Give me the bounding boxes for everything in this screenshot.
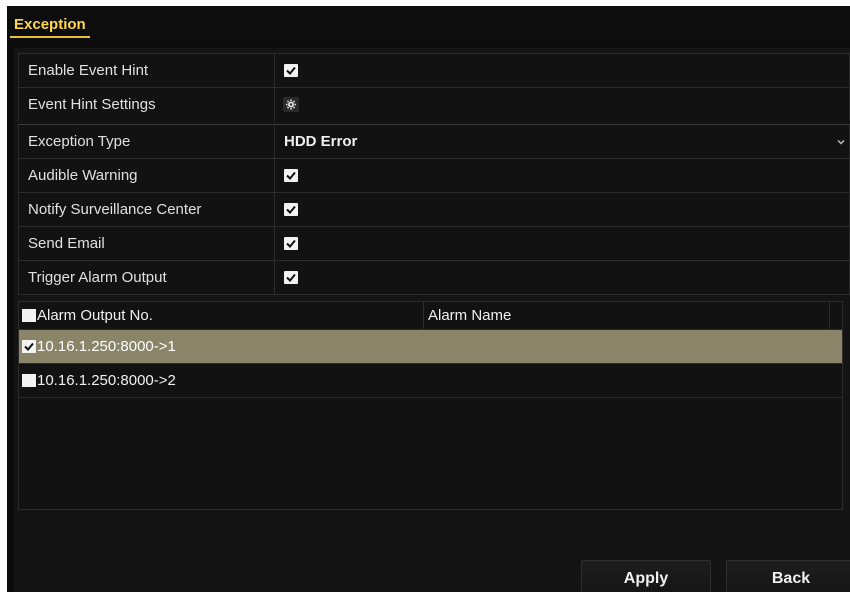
- row-notify-surveillance-center: Notify Surveillance Center: [18, 192, 850, 226]
- notify-surveillance-center-label: Notify Surveillance Center: [19, 193, 275, 226]
- tab-exception[interactable]: Exception: [10, 12, 90, 38]
- back-button[interactable]: Back: [726, 560, 850, 592]
- send-email-label: Send Email: [19, 227, 275, 260]
- checkmark-icon: [286, 171, 296, 180]
- checkmark-icon: [286, 66, 296, 75]
- audible-warning-label: Audible Warning: [19, 159, 275, 192]
- checkmark-icon: [24, 342, 34, 351]
- column-header-alarm-name: Alarm Name: [424, 302, 830, 329]
- event-hint-settings-label: Event Hint Settings: [19, 88, 275, 121]
- trigger-alarm-output-label: Trigger Alarm Output: [19, 261, 275, 294]
- checkmark-icon: [286, 273, 296, 282]
- enable-event-hint-label: Enable Event Hint: [19, 54, 275, 87]
- exception-screen: Exception Enable Event Hint Event Hint S…: [7, 6, 850, 592]
- tab-bar: Exception: [7, 6, 850, 42]
- chevron-down-icon: [837, 139, 845, 145]
- alarm-output-table: Alarm Output No. Alarm Name 10.16.1.250:…: [18, 301, 843, 510]
- table-row[interactable]: 10.16.1.250:8000->1: [19, 330, 842, 364]
- settings-list: Enable Event Hint Event Hint Settings Ex…: [18, 53, 850, 295]
- gear-icon[interactable]: [283, 97, 299, 112]
- row-send-email: Send Email: [18, 226, 850, 260]
- apply-button[interactable]: Apply: [581, 560, 711, 592]
- row-checkbox[interactable]: [22, 340, 36, 353]
- exception-type-label: Exception Type: [19, 125, 275, 158]
- select-all-checkbox[interactable]: [22, 309, 36, 322]
- enable-event-hint-checkbox[interactable]: [284, 64, 298, 77]
- row-exception-type: Exception Type HDD Error: [18, 124, 850, 158]
- table-header: Alarm Output No. Alarm Name: [19, 302, 842, 330]
- row-event-hint-settings: Event Hint Settings: [18, 87, 850, 121]
- trigger-alarm-output-checkbox[interactable]: [284, 271, 298, 284]
- alarm-output-id: 10.16.1.250:8000->2: [37, 372, 176, 389]
- notify-surveillance-center-checkbox[interactable]: [284, 203, 298, 216]
- table-row[interactable]: 10.16.1.250:8000->2: [19, 364, 842, 398]
- row-enable-event-hint: Enable Event Hint: [18, 53, 850, 87]
- alarm-output-no-header-label: Alarm Output No.: [37, 307, 153, 324]
- row-checkbox[interactable]: [22, 374, 36, 387]
- send-email-checkbox[interactable]: [284, 237, 298, 250]
- column-header-alarm-output-no: Alarm Output No.: [19, 302, 424, 329]
- exception-type-value: HDD Error: [284, 133, 358, 150]
- alarm-output-id: 10.16.1.250:8000->1: [37, 338, 176, 355]
- exception-type-select[interactable]: HDD Error: [275, 125, 849, 158]
- checkmark-icon: [286, 205, 296, 214]
- row-audible-warning: Audible Warning: [18, 158, 850, 192]
- content-panel: Enable Event Hint Event Hint Settings Ex…: [14, 48, 850, 592]
- checkmark-icon: [286, 239, 296, 248]
- row-trigger-alarm-output: Trigger Alarm Output: [18, 260, 850, 295]
- audible-warning-checkbox[interactable]: [284, 169, 298, 182]
